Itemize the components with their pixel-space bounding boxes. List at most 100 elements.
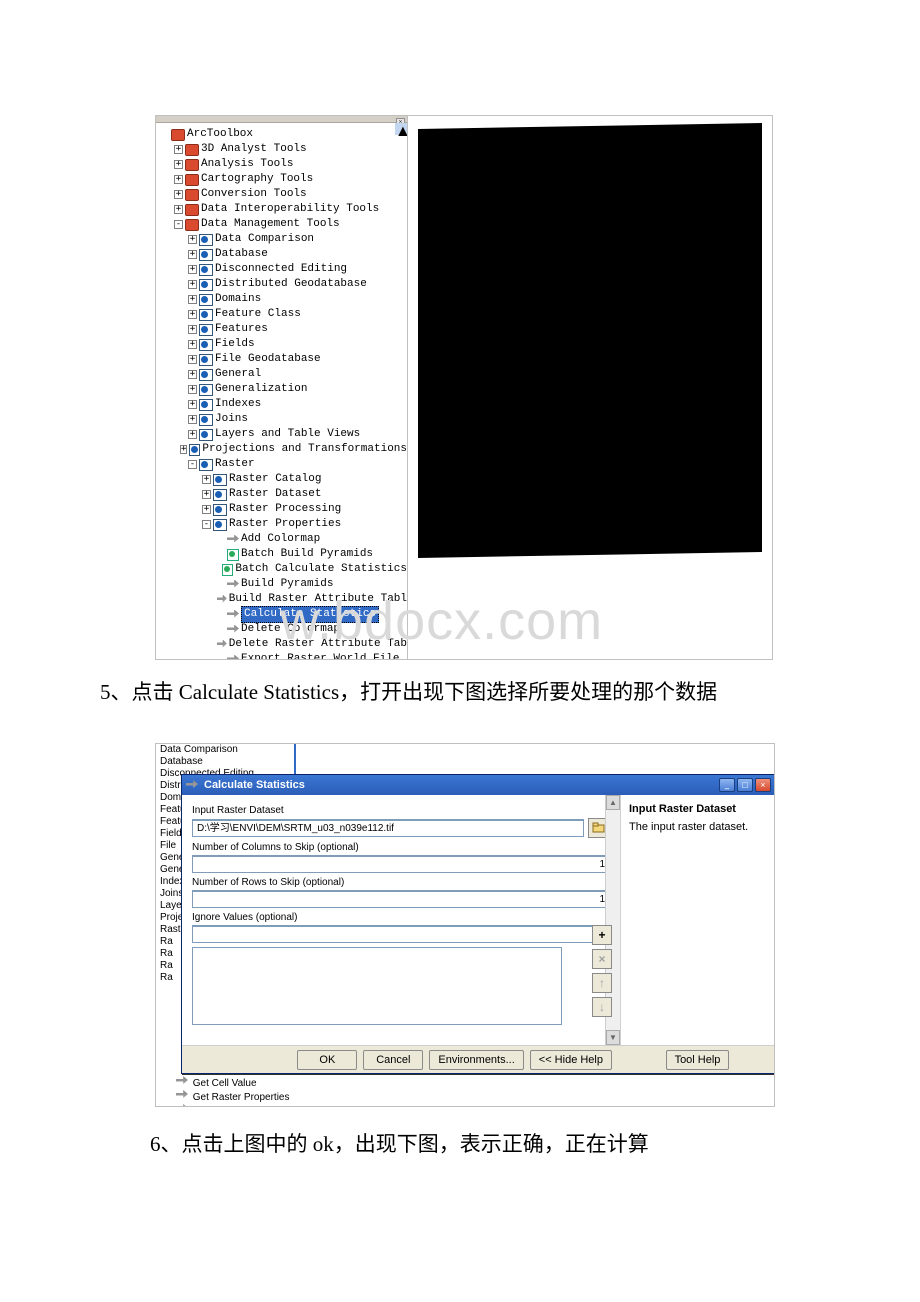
expand-icon[interactable]: + — [188, 355, 197, 364]
tree-item[interactable]: + Distributed Geodatabase — [160, 277, 407, 292]
tree-item[interactable]: + Indexes — [160, 397, 407, 412]
tree-item[interactable]: ArcToolbox — [160, 127, 407, 142]
tree-item[interactable]: + Layers and Table Views — [160, 427, 407, 442]
expand-icon[interactable]: + — [180, 445, 187, 454]
hammer-icon — [227, 580, 239, 590]
expand-icon[interactable]: + — [174, 175, 183, 184]
expand-icon[interactable]: + — [188, 430, 197, 439]
tree-item[interactable]: + Joins — [160, 412, 407, 427]
expand-icon[interactable]: + — [174, 205, 183, 214]
tree-item[interactable]: + Domains — [160, 292, 407, 307]
tree-item[interactable]: + Feature Class — [160, 307, 407, 322]
hide-help-button[interactable]: << Hide Help — [530, 1050, 612, 1070]
expand-icon[interactable]: + — [202, 475, 211, 484]
tree-item[interactable]: - Raster Properties — [160, 517, 407, 532]
expand-icon[interactable]: + — [188, 310, 197, 319]
expand-icon[interactable]: + — [188, 415, 197, 424]
tree-item[interactable]: + 3D Analyst Tools — [160, 142, 407, 157]
tree-item[interactable]: + Database — [160, 247, 407, 262]
tree-item[interactable]: Get Cell Value — [176, 1076, 416, 1090]
tree-item[interactable]: + Generalization — [160, 382, 407, 397]
expand-icon[interactable]: + — [188, 265, 197, 274]
expand-icon[interactable]: + — [188, 325, 197, 334]
expand-icon[interactable]: + — [202, 490, 211, 499]
expand-icon[interactable]: + — [188, 400, 197, 409]
tset-icon — [199, 279, 213, 291]
tree-item[interactable]: Relationship Classes — [176, 1104, 416, 1107]
scroll-up-icon[interactable]: ▲ — [606, 795, 620, 810]
hammer-icon — [227, 625, 239, 635]
toolbox-tree[interactable]: ArcToolbox + 3D Analyst Tools + Analysis… — [156, 123, 407, 659]
expand-icon[interactable]: + — [188, 370, 197, 379]
move-up-button[interactable]: ↑ — [592, 973, 612, 993]
tree-item[interactable]: + Fields — [160, 337, 407, 352]
map-view[interactable] — [408, 116, 772, 659]
tree-item[interactable]: - Raster — [160, 457, 407, 472]
ignore-values-list[interactable] — [192, 947, 562, 1025]
expand-icon[interactable]: + — [188, 295, 197, 304]
expand-icon[interactable]: + — [202, 505, 211, 514]
background-tree-tail[interactable]: Get Cell Value Get Raster Properties Rel… — [156, 1076, 416, 1106]
cols-skip-field[interactable]: 1 — [192, 855, 610, 873]
expand-icon[interactable]: + — [174, 160, 183, 169]
panel-scroll-up[interactable]: ▲ — [395, 123, 407, 135]
tool-help-button[interactable]: Tool Help — [666, 1050, 730, 1070]
tree-item[interactable]: + Raster Processing — [160, 502, 407, 517]
input-raster-field[interactable]: D:\学习\ENVI\DEM\SRTM_u03_n039e112.tif — [192, 819, 584, 837]
ignore-value-field[interactable] — [192, 925, 610, 943]
rows-skip-field[interactable]: 1 — [192, 890, 610, 908]
collapse-icon[interactable]: - — [202, 520, 211, 529]
tree-item[interactable]: Build Pyramids — [160, 577, 407, 592]
tree-item[interactable]: + File Geodatabase — [160, 352, 407, 367]
tree-item[interactable]: Build Raster Attribute Tabl — [160, 592, 407, 607]
tree-item[interactable]: Data Comparison — [156, 744, 296, 756]
tree-item[interactable]: Batch Build Pyramids — [160, 547, 407, 562]
scroll-down-icon[interactable]: ▼ — [606, 1030, 620, 1045]
tree-item[interactable]: Delete Colormap — [160, 622, 407, 637]
collapse-icon[interactable]: - — [174, 220, 183, 229]
tree-item[interactable]: + Conversion Tools — [160, 187, 407, 202]
add-value-button[interactable]: + — [592, 925, 612, 945]
remove-value-button[interactable]: × — [592, 949, 612, 969]
tree-item[interactable]: + Data Interoperability Tools — [160, 202, 407, 217]
expand-icon[interactable]: + — [188, 340, 197, 349]
tree-item-label: Raster Catalog — [229, 472, 321, 487]
tree-item[interactable]: Delete Raster Attribute Tab — [160, 637, 407, 652]
ok-button[interactable]: OK — [297, 1050, 357, 1070]
cancel-button[interactable]: Cancel — [363, 1050, 423, 1070]
tree-item[interactable]: Get Raster Properties — [176, 1090, 416, 1104]
expand-icon[interactable]: + — [188, 280, 197, 289]
tree-item[interactable]: + Features — [160, 322, 407, 337]
tree-item[interactable]: + Analysis Tools — [160, 157, 407, 172]
help-body: The input raster dataset. — [629, 821, 767, 833]
maximize-button[interactable]: □ — [737, 778, 753, 792]
tree-item[interactable]: Database — [156, 756, 296, 768]
expand-icon[interactable]: + — [188, 385, 197, 394]
tree-item[interactable]: + Raster Dataset — [160, 487, 407, 502]
tree-item[interactable]: + Data Comparison — [160, 232, 407, 247]
expand-icon[interactable]: + — [174, 190, 183, 199]
tree-item[interactable]: + General — [160, 367, 407, 382]
dialog-titlebar[interactable]: Calculate Statistics _ □ × — [182, 775, 775, 795]
tree-item[interactable]: Export Raster World File — [160, 652, 407, 659]
tree-item[interactable]: + Raster Catalog — [160, 472, 407, 487]
tree-item[interactable]: Batch Calculate Statistics — [160, 562, 407, 577]
expand-icon[interactable]: + — [188, 235, 197, 244]
tree-item[interactable]: + Disconnected Editing — [160, 262, 407, 277]
tree-item[interactable]: + Cartography Tools — [160, 172, 407, 187]
collapse-icon[interactable]: - — [188, 460, 197, 469]
expand-icon[interactable]: + — [188, 250, 197, 259]
hammer-icon — [176, 1076, 188, 1086]
tree-item-label: Generalization — [215, 382, 307, 397]
expand-icon[interactable]: + — [174, 145, 183, 154]
tree-item-label: Calculate Statistics — [241, 606, 379, 623]
move-down-button[interactable]: ↓ — [592, 997, 612, 1017]
tree-item[interactable]: + Projections and Transformations — [160, 442, 407, 457]
minimize-button[interactable]: _ — [719, 778, 735, 792]
tree-item[interactable]: Calculate Statistics — [160, 607, 407, 622]
environments-button[interactable]: Environments... — [429, 1050, 523, 1070]
tree-item[interactable]: - Data Management Tools — [160, 217, 407, 232]
tree-item-label: Raster Dataset — [229, 487, 321, 502]
close-button[interactable]: × — [755, 778, 771, 792]
tree-item[interactable]: Add Colormap — [160, 532, 407, 547]
